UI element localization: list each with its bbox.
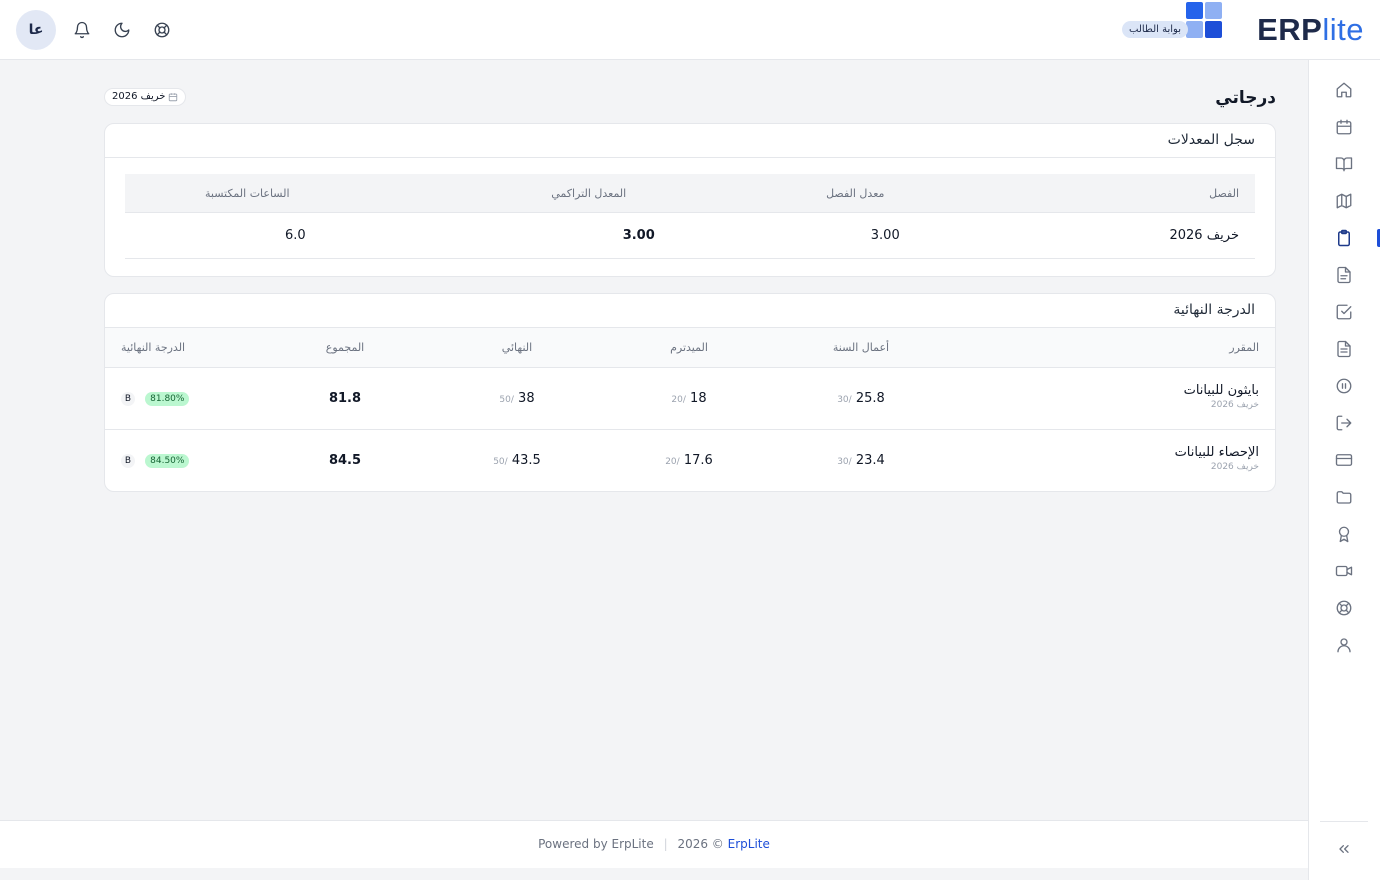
final-score: 43.5 <box>511 453 541 468</box>
midterm-score: 18 <box>690 391 707 406</box>
moon-icon[interactable] <box>112 20 132 40</box>
final-max: /50 <box>493 457 508 467</box>
footer-brand-link[interactable]: ErpLite <box>728 837 770 851</box>
award-icon[interactable] <box>1334 524 1354 544</box>
percent-badge: 84.50% <box>145 453 190 468</box>
cell-midterm: 18 /20 <box>603 368 775 429</box>
calendar-icon <box>168 92 178 102</box>
grades-table: المقرر أعمال السنة الميدترم النهائي المج… <box>105 328 1275 492</box>
cell-total: 84.5 <box>328 453 362 468</box>
credit-card-icon[interactable] <box>1334 450 1354 470</box>
lifebuoy-icon[interactable] <box>152 20 172 40</box>
col-cumulative-gpa: المعدل التراكمي <box>551 187 627 200</box>
final-grades-card: الدرجة النهائية المقرر أعمال السنة الميد… <box>104 293 1276 492</box>
portal-badge: بوابة الطالب <box>1122 21 1188 38</box>
cell-midterm: 17.6 /20 <box>603 430 775 492</box>
map-icon[interactable] <box>1334 191 1354 211</box>
term-chip[interactable]: خريف 2026 <box>104 88 187 106</box>
cell-annual-work: 25.8 /30 <box>775 368 947 429</box>
pause-circle-icon[interactable] <box>1334 376 1354 396</box>
gpa-table-header: الفصل معدل الفصل المعدل التراكمي الساعات… <box>125 174 1255 213</box>
sidebar-divider <box>1320 821 1368 822</box>
main-content: درجاتي خريف 2026 سجل المعدلات الفصل معدل… <box>72 60 1308 820</box>
cell-final-grade: 81.80% B <box>105 368 259 429</box>
final-max: /50 <box>499 395 514 405</box>
col-course: المقرر <box>1229 341 1259 354</box>
cell-final: 43.5 /50 <box>431 430 603 492</box>
course-term: خريف 2026 <box>1210 400 1259 410</box>
cell-term: خريف 2026 <box>1169 228 1239 243</box>
check-square-icon[interactable] <box>1334 302 1354 322</box>
grades-table-header: المقرر أعمال السنة الميدترم النهائي المج… <box>105 328 1275 368</box>
letter-grade-badge: B <box>121 391 135 406</box>
table-row: الإحصاء للبيانات خريف 2026 23.4 /30 17.6… <box>105 430 1275 492</box>
col-term-gpa: معدل الفصل <box>826 187 885 200</box>
page-title: درجاتي <box>1215 88 1276 108</box>
user-avatar[interactable]: عا <box>16 10 56 50</box>
gpa-record-card: سجل المعدلات الفصل معدل الفصل المعدل الت… <box>104 123 1276 277</box>
course-term: خريف 2026 <box>1210 462 1259 472</box>
powered-by-text: Powered by ErpLite <box>538 837 654 851</box>
cell-total: 81.8 <box>328 391 362 406</box>
top-header: ERPlite بوابة الطالب عا <box>0 0 1380 60</box>
col-annual-work: أعمال السنة <box>832 341 890 354</box>
chevrons-left-icon[interactable] <box>1334 839 1354 859</box>
col-midterm: الميدترم <box>670 341 708 354</box>
annual-max: /30 <box>837 395 852 405</box>
midterm-score: 17.6 <box>683 453 713 468</box>
table-row: بايثون للبيانات خريف 2026 25.8 /30 18 /2… <box>105 368 1275 430</box>
calendar-icon[interactable] <box>1334 117 1354 137</box>
letter-grade-badge: B <box>121 453 135 468</box>
annual-max: /30 <box>837 457 852 467</box>
home-icon[interactable] <box>1334 80 1354 100</box>
cell-final-grade: 84.50% B <box>105 430 259 492</box>
book-icon[interactable] <box>1334 154 1354 174</box>
cell-term-gpa: 3.00 <box>870 228 900 243</box>
cell-annual-work: 23.4 /30 <box>775 430 947 492</box>
copyright-text: 2026 © <box>677 837 724 851</box>
term-chip-label: خريف 2026 <box>112 91 166 102</box>
annual-score: 23.4 <box>855 453 885 468</box>
cell-final: 38 /50 <box>431 368 603 429</box>
col-final-grade: الدرجة النهائية <box>121 341 186 354</box>
gpa-table: الفصل معدل الفصل المعدل التراكمي الساعات… <box>125 174 1255 259</box>
folder-icon[interactable] <box>1334 487 1354 507</box>
col-final: النهائي <box>501 341 533 354</box>
course-name: الإحصاء للبيانات <box>1174 445 1259 460</box>
logo-grid-icon <box>1186 2 1222 38</box>
col-total: المجموع <box>325 341 365 354</box>
course-name: بايثون للبيانات <box>1183 383 1259 398</box>
page-footer: Powered by ErpLite | 2026 © ErpLite <box>0 820 1308 868</box>
cell-earned-hours: 6.0 <box>285 228 306 243</box>
cell-course: الإحصاء للبيانات خريف 2026 <box>947 430 1275 492</box>
midterm-max: /20 <box>665 457 680 467</box>
col-term: الفصل <box>1209 187 1239 200</box>
sidebar <box>1308 60 1380 880</box>
cell-cumulative-gpa: 3.00 <box>622 228 655 243</box>
percent-badge: 81.80% <box>145 391 190 406</box>
annual-score: 25.8 <box>855 391 885 406</box>
logout-icon[interactable] <box>1334 413 1354 433</box>
clipboard-icon[interactable] <box>1334 228 1354 248</box>
midterm-max: /20 <box>671 395 686 405</box>
user-icon[interactable] <box>1334 635 1354 655</box>
footer-separator: | <box>663 837 668 851</box>
video-icon[interactable] <box>1334 561 1354 581</box>
col-earned-hours: الساعات المكتسبة <box>205 187 290 200</box>
header-actions: عا <box>16 10 172 50</box>
lifebuoy-icon[interactable] <box>1334 598 1354 618</box>
cell-course: بايثون للبيانات خريف 2026 <box>947 368 1275 429</box>
grades-card-title: الدرجة النهائية <box>105 294 1275 328</box>
bell-icon[interactable] <box>72 20 92 40</box>
document-icon[interactable] <box>1334 265 1354 285</box>
logo-text: ERPlite <box>1257 12 1364 47</box>
table-row: خريف 2026 3.00 3.00 6.0 <box>125 213 1255 259</box>
final-score: 38 <box>518 391 535 406</box>
file-text-icon[interactable] <box>1334 339 1354 359</box>
app-logo[interactable]: ERPlite <box>1257 10 1364 50</box>
gpa-card-title: سجل المعدلات <box>105 124 1275 158</box>
